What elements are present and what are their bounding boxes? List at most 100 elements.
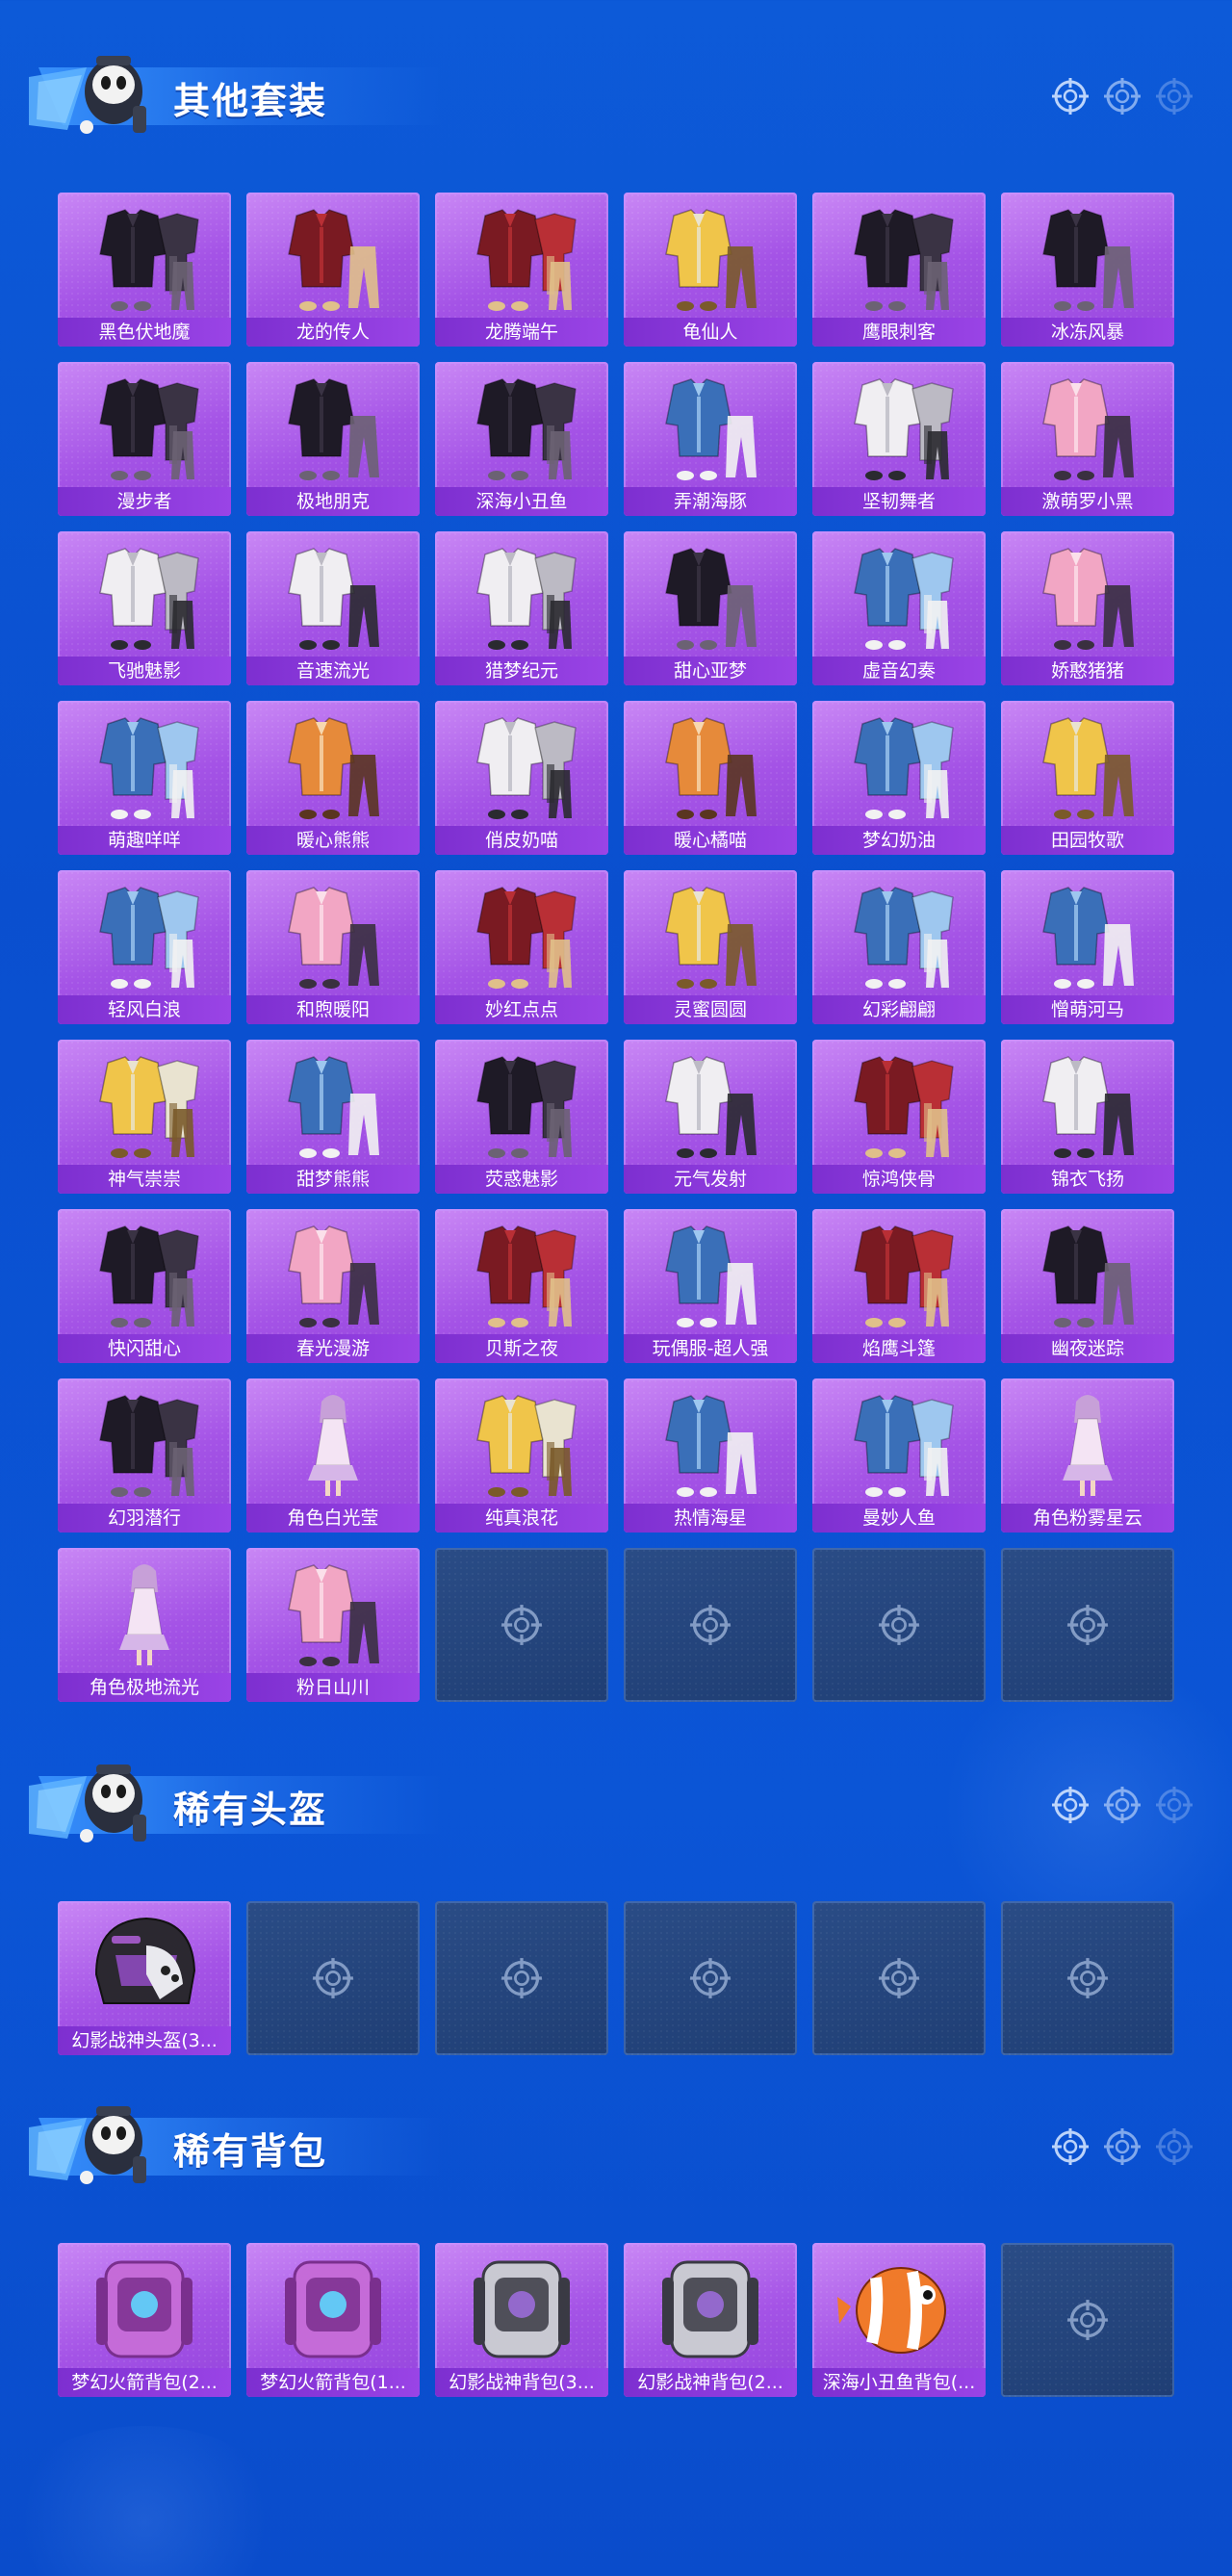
item-card[interactable]: 和煦暖阳 xyxy=(246,870,420,1024)
empty-slot xyxy=(624,1548,797,1702)
item-card[interactable]: 龙的传人 xyxy=(246,193,420,347)
item-label: 妙红点点 xyxy=(435,995,608,1024)
item-card[interactable]: 音速流光 xyxy=(246,531,420,685)
outfit-image xyxy=(288,887,379,989)
item-card[interactable]: 龙腾端午 xyxy=(435,193,608,347)
empty-slot-target-icon xyxy=(313,1958,353,1998)
item-card[interactable]: 坚韧舞者 xyxy=(812,362,986,516)
item-card[interactable]: 快闪甜心 xyxy=(58,1209,231,1363)
item-label: 音速流光 xyxy=(246,657,420,685)
item-card[interactable]: 田园牧歌 xyxy=(1001,701,1174,855)
item-card[interactable]: 轻风白浪 xyxy=(58,870,231,1024)
outfit-image xyxy=(1042,1056,1134,1158)
section-header: 其他套装 xyxy=(0,39,1232,144)
item-label: 甜梦熊熊 xyxy=(246,1165,420,1194)
item-card[interactable]: 幻影战神背包(3... xyxy=(435,2243,608,2397)
item-card[interactable]: 弄潮海豚 xyxy=(624,362,797,516)
item-card[interactable]: 粉日山川 xyxy=(246,1548,420,1702)
mascot-emblem-icon xyxy=(29,2106,146,2184)
item-card[interactable]: 灵蜜圆圆 xyxy=(624,870,797,1024)
item-card[interactable]: 虚音幻奏 xyxy=(812,531,986,685)
item-card[interactable]: 龟仙人 xyxy=(624,193,797,347)
item-card[interactable]: 飞驰魅影 xyxy=(58,531,231,685)
item-label: 弄潮海豚 xyxy=(624,487,797,516)
character-image xyxy=(308,1395,358,1496)
item-label: 梦幻火箭背包(2... xyxy=(58,2368,231,2397)
item-label: 深海小丑鱼 xyxy=(435,487,608,516)
outfit-image xyxy=(288,1056,379,1158)
item-card[interactable]: 幻羽潜行 xyxy=(58,1378,231,1533)
outfit-image xyxy=(1042,378,1134,480)
item-card[interactable]: 梦幻火箭背包(1... xyxy=(246,2243,420,2397)
item-card[interactable]: 春光漫游 xyxy=(246,1209,420,1363)
item-card[interactable]: 甜梦熊熊 xyxy=(246,1040,420,1194)
item-card[interactable]: 极地朋克 xyxy=(246,362,420,516)
item-label: 锦衣飞扬 xyxy=(1001,1165,1174,1194)
outfit-image xyxy=(665,1395,757,1497)
item-card[interactable]: 鹰眼刺客 xyxy=(812,193,986,347)
item-card[interactable]: 甜心亚梦 xyxy=(624,531,797,685)
item-card[interactable]: 角色极地流光 xyxy=(58,1548,231,1702)
outfit-image xyxy=(1042,887,1134,989)
item-card[interactable]: 角色粉雾星云 xyxy=(1001,1378,1174,1533)
item-card[interactable]: 妙红点点 xyxy=(435,870,608,1024)
empty-slot xyxy=(1001,1901,1174,2055)
item-label: 萌趣咩咩 xyxy=(58,826,231,855)
item-card[interactable]: 纯真浪花 xyxy=(435,1378,608,1533)
item-card[interactable]: 锦衣飞扬 xyxy=(1001,1040,1174,1194)
item-card[interactable]: 曼妙人鱼 xyxy=(812,1378,986,1533)
outfit-image xyxy=(665,548,757,650)
item-card[interactable]: 荧惑魅影 xyxy=(435,1040,608,1194)
item-card[interactable]: 贝斯之夜 xyxy=(435,1209,608,1363)
item-card[interactable]: 猎梦纪元 xyxy=(435,531,608,685)
item-label: 梦幻奶油 xyxy=(812,826,986,855)
mascot-emblem-icon xyxy=(29,1765,146,1842)
item-card[interactable]: 俏皮奶喵 xyxy=(435,701,608,855)
target-icon xyxy=(1156,1787,1193,1823)
item-card[interactable]: 幻彩翩翩 xyxy=(812,870,986,1024)
section-rare-helmets: 稀有头盔幻影战神头盔(3... xyxy=(0,1747,1232,2055)
mascot-emblem-icon xyxy=(29,56,146,134)
item-card[interactable]: 惊鸿侠骨 xyxy=(812,1040,986,1194)
item-label: 幻影战神背包(2... xyxy=(624,2368,797,2397)
outfit-image xyxy=(288,209,379,311)
section-other-outfits: 其他套装黑色伏地魔 龙的传人 龙腾端午 龟仙人 鹰眼刺客 冰冻风暴漫步者 极地朋克 深海小丑鱼… xyxy=(0,39,1232,1702)
item-label: 神气崇崇 xyxy=(58,1165,231,1194)
target-icon xyxy=(1104,78,1141,115)
item-card[interactable]: 梦幻奶油 xyxy=(812,701,986,855)
item-card[interactable]: 幻影战神背包(2... xyxy=(624,2243,797,2397)
item-card[interactable]: 角色白光莹 xyxy=(246,1378,420,1533)
item-card[interactable]: 幽夜迷踪 xyxy=(1001,1209,1174,1363)
item-card[interactable]: 萌趣咩咩 xyxy=(58,701,231,855)
item-label: 黑色伏地魔 xyxy=(58,318,231,347)
item-card[interactable]: 漫步者 xyxy=(58,362,231,516)
item-label: 贝斯之夜 xyxy=(435,1334,608,1363)
section-title: 稀有头盔 xyxy=(173,1789,328,1831)
item-card[interactable]: 深海小丑鱼背包(... xyxy=(812,2243,986,2397)
item-card[interactable]: 深海小丑鱼 xyxy=(435,362,608,516)
item-card[interactable]: 激萌罗小黑 xyxy=(1001,362,1174,516)
outfit-image xyxy=(476,209,577,311)
item-card[interactable]: 娇憨猪猪 xyxy=(1001,531,1174,685)
outfit-image xyxy=(288,548,379,650)
item-card[interactable]: 冰冻风暴 xyxy=(1001,193,1174,347)
item-card[interactable]: 暖心橘喵 xyxy=(624,701,797,855)
item-card[interactable]: 热情海星 xyxy=(624,1378,797,1533)
item-label: 娇憨猪猪 xyxy=(1001,657,1174,685)
item-card[interactable]: 焰鹰斗篷 xyxy=(812,1209,986,1363)
item-card[interactable]: 玩偶服-超人强 xyxy=(624,1209,797,1363)
outfit-image xyxy=(1042,717,1134,819)
target-icon xyxy=(1052,78,1089,115)
item-card[interactable]: 神气崇崇 xyxy=(58,1040,231,1194)
item-card[interactable]: 憎萌河马 xyxy=(1001,870,1174,1024)
empty-slot xyxy=(246,1901,420,2055)
item-card[interactable]: 黑色伏地魔 xyxy=(58,193,231,347)
item-card[interactable]: 幻影战神头盔(3... xyxy=(58,1901,231,2055)
item-label: 龟仙人 xyxy=(624,318,797,347)
item-card[interactable]: 梦幻火箭背包(2... xyxy=(58,2243,231,2397)
outfit-image xyxy=(854,1395,954,1497)
backpack-image xyxy=(837,2267,946,2354)
item-card[interactable]: 暖心熊熊 xyxy=(246,701,420,855)
item-label: 热情海星 xyxy=(624,1504,797,1533)
item-card[interactable]: 元气发射 xyxy=(624,1040,797,1194)
